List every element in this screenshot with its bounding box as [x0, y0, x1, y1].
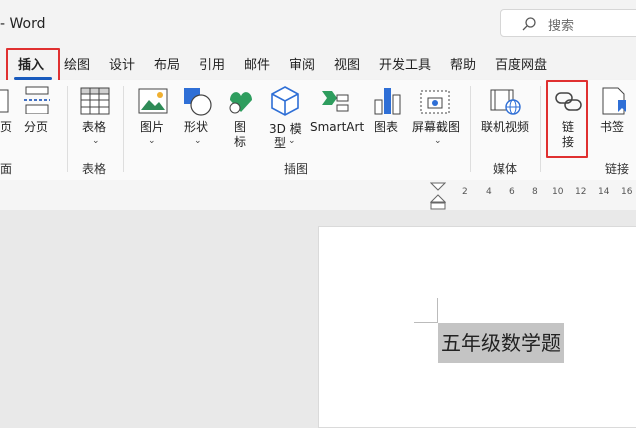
- indent-marker-icon[interactable]: [430, 182, 446, 210]
- tab-review[interactable]: 审阅: [289, 54, 315, 73]
- separator: [540, 86, 541, 172]
- icons-label-line2[interactable]: 标: [234, 135, 246, 150]
- group-links: 链接: [605, 162, 630, 176]
- group-tables: 表格: [82, 162, 107, 176]
- ribbon-insert: 页 分页 面 表格 ⌄ 表格 图片 ⌄ 形状 ⌄ 图 标 3D 模 型 ⌄ Sm…: [0, 80, 636, 180]
- shapes-icon[interactable]: [182, 86, 212, 116]
- chevron-down-icon[interactable]: ⌄: [288, 136, 296, 146]
- margin-corner-mark: [414, 322, 438, 323]
- tab-layout[interactable]: 布局: [154, 54, 180, 73]
- picture-icon[interactable]: [138, 88, 168, 114]
- tab-draw[interactable]: 绘图: [64, 54, 90, 73]
- chevron-down-icon[interactable]: ⌄: [194, 136, 202, 146]
- ruler-tick: 4: [486, 187, 492, 197]
- bookmark-icon[interactable]: [600, 86, 628, 116]
- ruler-tick: 8: [532, 187, 538, 197]
- tab-baidu[interactable]: 百度网盘: [495, 54, 547, 73]
- tab-view[interactable]: 视图: [334, 54, 360, 73]
- window-title: - Word: [0, 16, 46, 32]
- page-break-icon[interactable]: [24, 86, 50, 114]
- ribbon-tabs: 插入 绘图 设计 布局 引用 邮件 审阅 视图 开发工具 帮助 百度网盘: [0, 46, 636, 80]
- picture-label[interactable]: 图片: [140, 120, 164, 135]
- icons-label-line1[interactable]: 图: [234, 120, 246, 135]
- chevron-down-icon[interactable]: ⌄: [434, 136, 442, 146]
- tab-references[interactable]: 引用: [199, 54, 225, 73]
- bookmark-label[interactable]: 书签: [600, 120, 624, 135]
- chevron-down-icon[interactable]: ⌄: [92, 136, 100, 146]
- selected-document-text[interactable]: 五年级数学题: [438, 323, 564, 363]
- highlight-insert-tab: [6, 48, 60, 82]
- search-box[interactable]: 搜索: [500, 9, 636, 37]
- ruler-tick: 10: [552, 187, 564, 197]
- table-icon[interactable]: [80, 87, 110, 115]
- 3d-model-label-line1[interactable]: 3D 模: [269, 122, 302, 137]
- screenshot-label[interactable]: 屏幕截图: [412, 120, 460, 135]
- tab-design[interactable]: 设计: [109, 54, 135, 73]
- chart-label[interactable]: 图表: [374, 120, 398, 135]
- shapes-label[interactable]: 形状: [184, 120, 208, 135]
- page-icon: [0, 89, 9, 113]
- margin-corner-mark: [437, 298, 438, 322]
- group-media: 媒体: [493, 162, 518, 176]
- ruler-tick: 16: [621, 187, 633, 197]
- icons-icon[interactable]: [226, 86, 256, 116]
- tab-mailings[interactable]: 邮件: [244, 54, 270, 73]
- ruler-tick: 14: [598, 187, 610, 197]
- 3d-model-label-line2[interactable]: 型: [274, 136, 286, 151]
- separator: [123, 86, 124, 172]
- screenshot-icon[interactable]: [420, 88, 450, 116]
- search-placeholder: 搜索: [548, 19, 575, 34]
- separator: [470, 86, 471, 172]
- group-illustrations: 插图: [284, 162, 309, 176]
- page-break-label[interactable]: 分页: [24, 120, 48, 135]
- 3d-model-icon[interactable]: [270, 85, 300, 117]
- separator: [67, 86, 68, 172]
- title-bar: - Word 搜索: [0, 0, 636, 46]
- ruler-tick: 2: [462, 187, 468, 197]
- chevron-down-icon[interactable]: ⌄: [148, 136, 156, 146]
- table-label[interactable]: 表格: [82, 120, 106, 135]
- smartart-icon[interactable]: [320, 87, 350, 115]
- horizontal-ruler[interactable]: 2 4 6 8 10 12 14 16: [0, 180, 636, 210]
- ruler-tick: 6: [509, 187, 515, 197]
- ruler-tick: 12: [575, 187, 587, 197]
- smartart-label[interactable]: SmartArt: [310, 120, 364, 135]
- chart-icon[interactable]: [373, 86, 401, 116]
- online-video-icon[interactable]: [490, 88, 522, 116]
- highlight-link-button: [546, 80, 588, 158]
- tab-help[interactable]: 帮助: [450, 54, 476, 73]
- group-pages: 面: [0, 162, 13, 176]
- online-video-label[interactable]: 联机视频: [481, 120, 529, 135]
- page-label[interactable]: 页: [0, 120, 12, 135]
- tab-developer[interactable]: 开发工具: [379, 54, 431, 73]
- search-icon: [522, 17, 536, 31]
